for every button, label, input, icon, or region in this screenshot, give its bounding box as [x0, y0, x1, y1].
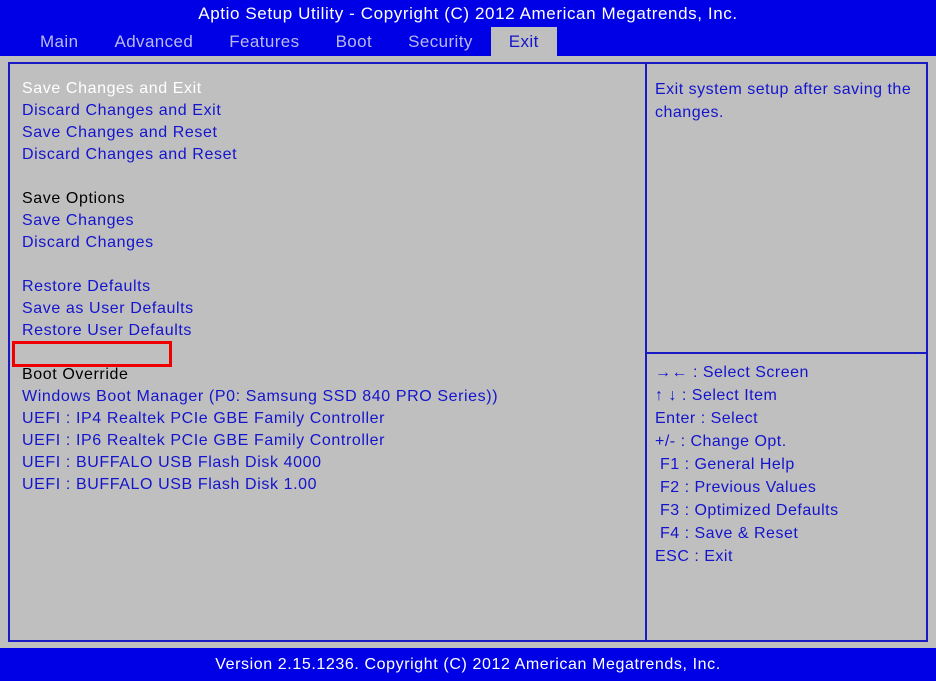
section-header: Boot Override [22, 366, 129, 383]
content-area: Save Changes and Exit Discard Changes and… [0, 56, 936, 648]
section-header: Save Options [22, 190, 126, 207]
menu-item-save-changes[interactable]: Save Changes [22, 210, 632, 232]
bios-setup-screen: Aptio Setup Utility - Copyright (C) 2012… [0, 0, 936, 681]
legend-row: F3 : Optimized Defaults [655, 502, 839, 519]
menu-item-save-as-user-defaults[interactable]: Save as User Defaults [22, 298, 632, 320]
menu-item-uefi-buffalo-usb-flash-disk-4000[interactable]: UEFI : BUFFALO USB Flash Disk 4000 [22, 452, 632, 474]
tab-features[interactable]: Features [211, 27, 317, 56]
menu-item-restore-user-defaults[interactable]: Restore User Defaults [22, 320, 632, 342]
tab-main[interactable]: Main [22, 27, 96, 56]
menu-item-uefi-buffalo-usb-flash-disk-1-00[interactable]: UEFI : BUFFALO USB Flash Disk 1.00 [22, 474, 632, 496]
menu-item-save-changes-and-reset[interactable]: Save Changes and Reset [22, 122, 632, 144]
legend-row: ESC : Exit [655, 548, 733, 565]
version-text: Version 2.15.1236. Copyright (C) 2012 Am… [215, 655, 721, 673]
menu-item-uefi-ip4-realtek-pcie-gbe-family-controller[interactable]: UEFI : IP4 Realtek PCIe GBE Family Contr… [22, 408, 632, 430]
legend-row: F4 : Save & Reset [655, 525, 799, 542]
legend-row: F1 : General Help [655, 456, 795, 473]
legend-row: →← : Select Screen [655, 364, 809, 381]
tab-advanced[interactable]: Advanced [96, 27, 211, 56]
menu-item-discard-changes[interactable]: Discard Changes [22, 232, 632, 254]
window-title-bar: Aptio Setup Utility - Copyright (C) 2012… [0, 0, 936, 27]
tab-exit[interactable]: Exit [490, 27, 557, 56]
menu-item-save-changes-and-exit[interactable]: Save Changes and Exit [22, 78, 632, 100]
tab-boot[interactable]: Boot [318, 27, 391, 56]
menu-bar: Main Advanced Features Boot Security Exit [0, 27, 936, 56]
legend-row: F2 : Previous Values [655, 479, 817, 496]
version-footer-bar: Version 2.15.1236. Copyright (C) 2012 Am… [0, 648, 936, 681]
menu-item-restore-defaults[interactable]: Restore Defaults [22, 276, 632, 298]
exit-options-list: Save Changes and Exit Discard Changes and… [22, 78, 632, 496]
legend-row: Enter : Select [655, 410, 759, 427]
help-horizontal-divider [645, 352, 928, 354]
legend-row: +/- : Change Opt. [655, 433, 787, 450]
page-title: Aptio Setup Utility - Copyright (C) 2012… [198, 3, 738, 23]
key-legend-panel: →← : Select Screen ↑ ↓ : Select Item Enter… [655, 361, 927, 568]
tab-security[interactable]: Security [390, 27, 491, 56]
menu-item-uefi-ip6-realtek-pcie-gbe-family-controller[interactable]: UEFI : IP6 Realtek PCIe GBE Family Contr… [22, 430, 632, 452]
menu-item-discard-changes-and-exit[interactable]: Discard Changes and Exit [22, 100, 632, 122]
help-description-text: Exit system setup after saving the chang… [655, 81, 917, 121]
legend-row: ↑ ↓ : Select Item [655, 387, 778, 404]
menu-item-windows-boot-manager-p0-samsung-ssd-840-pro-se[interactable]: Windows Boot Manager (P0: Samsung SSD 84… [22, 386, 632, 408]
menu-item-discard-changes-and-reset[interactable]: Discard Changes and Reset [22, 144, 632, 166]
